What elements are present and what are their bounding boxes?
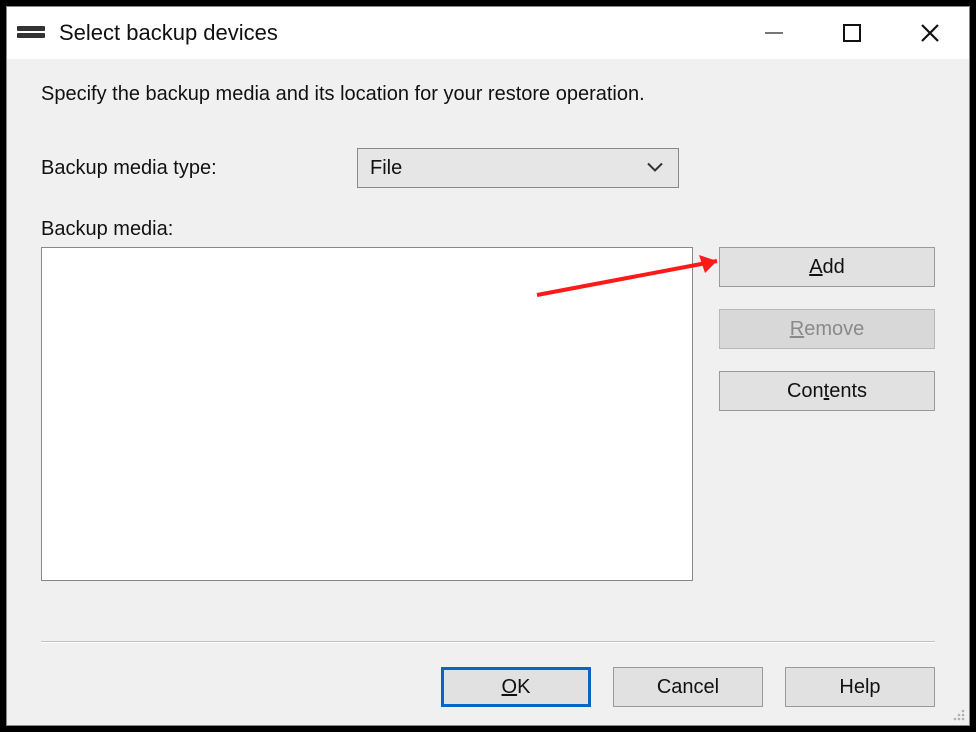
dialog-body: Specify the backup media and its locatio… [7,59,969,725]
media-type-label: Backup media type: [41,157,357,180]
minimize-button[interactable] [735,7,813,59]
minimize-icon [763,22,785,44]
maximize-icon [841,22,863,44]
media-type-value: File [370,157,402,180]
maximize-button[interactable] [813,7,891,59]
dialog-footer: OK Cancel Help [441,667,935,707]
contents-button[interactable]: Contents [719,371,935,411]
app-icon [17,26,45,40]
media-listbox[interactable] [41,247,693,581]
chevron-down-icon [646,157,664,180]
media-list-label: Backup media: [41,218,935,241]
cancel-button[interactable]: Cancel [613,667,763,707]
close-button[interactable] [891,7,969,59]
add-button[interactable]: Add [719,247,935,287]
separator [41,641,935,643]
close-icon [918,21,942,45]
title-bar: Select backup devices [7,7,969,59]
resize-grip-icon[interactable] [949,705,965,721]
instruction-text: Specify the backup media and its locatio… [41,83,935,106]
window-title: Select backup devices [59,20,278,46]
media-type-combo[interactable]: File [357,148,679,188]
remove-button: Remove [719,309,935,349]
help-button[interactable]: Help [785,667,935,707]
ok-button[interactable]: OK [441,667,591,707]
